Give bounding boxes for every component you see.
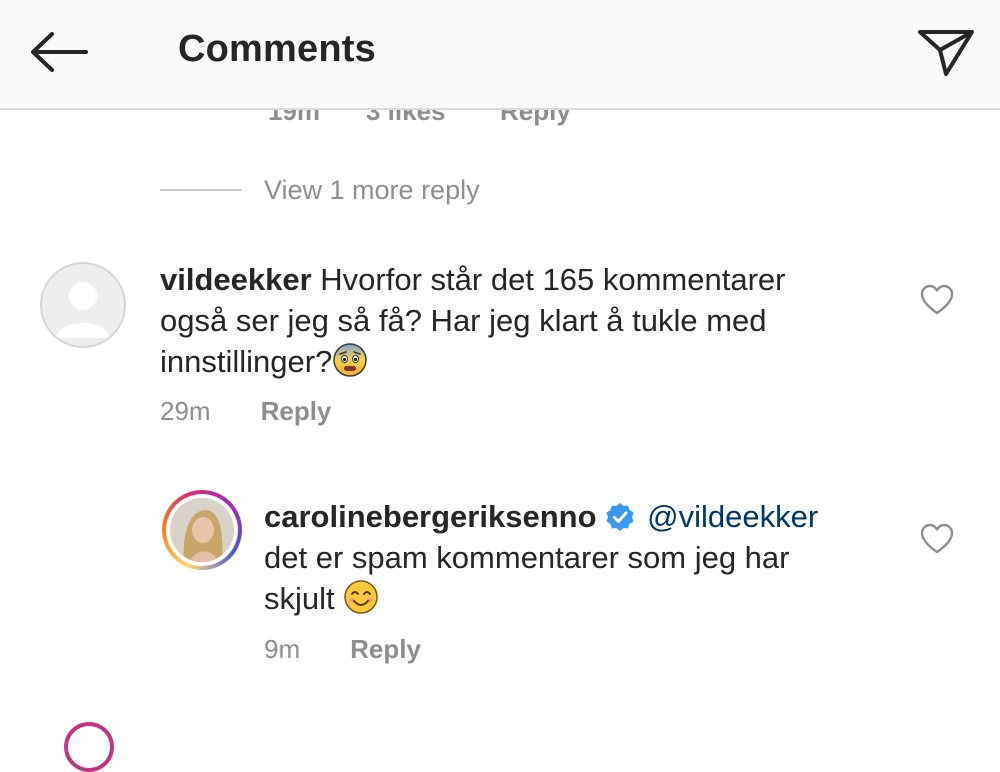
comment-body-line-1: Hvorfor står det 165 kommentarer xyxy=(320,262,786,297)
comment-username[interactable]: vildeekker xyxy=(160,262,312,297)
comment-body-line-3: skjult xyxy=(264,581,335,616)
back-button[interactable] xyxy=(26,26,90,78)
comment-meta: 29m Reply xyxy=(160,396,331,427)
like-button[interactable] xyxy=(920,284,954,316)
page-title: Comments xyxy=(178,28,376,70)
reply-button[interactable]: Reply xyxy=(350,634,421,665)
comment-body-line-2: det er spam kommentarer som jeg har xyxy=(264,540,790,575)
comment-body-line-2: også ser jeg så få? Har jeg klart å tukl… xyxy=(160,303,767,338)
thread-line xyxy=(160,189,242,191)
comment-text: vildeekker Hvorfor står det 165 kommenta… xyxy=(160,259,880,382)
comment-username[interactable]: carolinebergeriksenno xyxy=(264,499,597,534)
avatar[interactable] xyxy=(162,490,242,570)
comment-body-line-3: innstillinger? xyxy=(160,344,333,379)
comment-time: 9m xyxy=(264,634,301,664)
comment-time: 29m xyxy=(160,396,211,426)
comment-meta: 9m Reply xyxy=(264,634,421,665)
arrow-left-icon xyxy=(31,32,88,72)
share-button[interactable] xyxy=(912,22,978,80)
verified-badge-icon xyxy=(606,503,634,531)
fearful-face-emoji xyxy=(333,343,368,377)
profile-photo xyxy=(170,498,234,562)
view-more-replies-button[interactable]: View 1 more reply xyxy=(160,170,480,210)
heart-icon xyxy=(920,523,954,554)
heart-icon xyxy=(920,284,954,315)
reply-button[interactable]: Reply xyxy=(261,396,332,427)
top-bar: Comments xyxy=(0,0,1000,110)
view-more-label: View 1 more reply xyxy=(264,174,480,205)
smiling-face-emoji xyxy=(344,580,379,614)
default-avatar-icon xyxy=(56,282,110,338)
mention-link[interactable]: @vildeekker xyxy=(647,499,818,534)
like-button[interactable] xyxy=(920,523,954,555)
paper-plane-icon xyxy=(918,30,974,76)
avatar[interactable] xyxy=(40,262,126,348)
comment-text: carolinebergeriksenno @vildeekker det er… xyxy=(264,496,904,619)
